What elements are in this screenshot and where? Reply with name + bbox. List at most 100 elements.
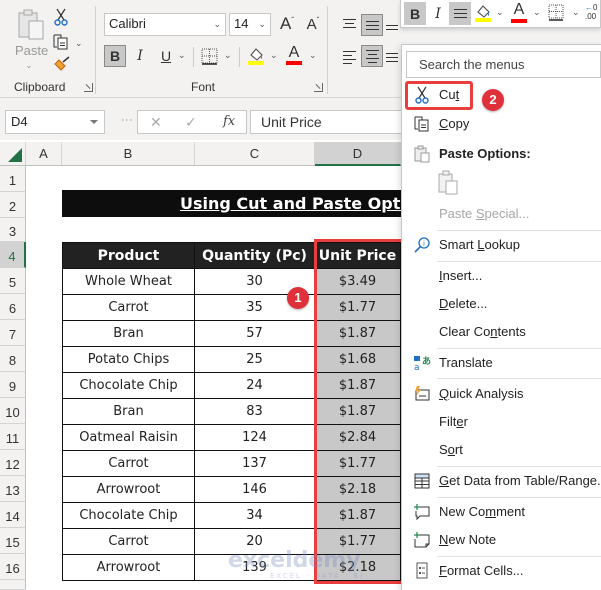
cell-unit-price[interactable]: $1.77 — [314, 450, 401, 477]
row-header-9[interactable]: 9 — [0, 372, 26, 398]
menu-item-new-comment[interactable]: New Comment — [402, 499, 601, 525]
mini-font-color-button[interactable]: A — [511, 1, 527, 23]
cut-icon[interactable] — [54, 8, 68, 26]
grow-font-button[interactable]: Aˆ — [276, 13, 298, 35]
align-left-button[interactable] — [338, 46, 360, 68]
header-unit-price[interactable]: Unit Price — [314, 242, 401, 269]
paste-dropdown-icon[interactable]: ⌄ — [25, 60, 33, 71]
underline-button[interactable]: U — [155, 45, 177, 67]
menu-item-delete[interactable]: Delete... — [402, 291, 601, 317]
menu-item-paste-special[interactable]: Paste Special... — [402, 201, 601, 227]
cell-unit-price[interactable]: $3.49 — [314, 268, 401, 295]
cell-quantity[interactable]: 146 — [194, 476, 315, 503]
mini-borders-dropdown-icon[interactable]: ⌄ — [572, 7, 580, 18]
cell-unit-price[interactable]: $1.77 — [314, 294, 401, 321]
font-color-button[interactable]: A — [285, 44, 303, 66]
menu-item-quick-analysis[interactable]: Quick Analysis — [402, 381, 601, 407]
borders-dropdown-icon[interactable]: ⌄ — [224, 50, 232, 61]
mini-fill-dropdown-icon[interactable]: ⌄ — [496, 7, 504, 18]
cell-quantity[interactable]: 137 — [194, 450, 315, 477]
cell-unit-price[interactable]: $1.87 — [314, 320, 401, 347]
cell-unit-price[interactable]: $2.18 — [314, 554, 401, 581]
bold-button[interactable]: B — [104, 45, 126, 67]
cell-unit-price[interactable]: $1.87 — [314, 502, 401, 529]
cell-unit-price[interactable]: $1.87 — [314, 398, 401, 425]
cell-unit-price[interactable]: $1.87 — [314, 372, 401, 399]
column-header-c[interactable]: C — [195, 142, 315, 166]
header-quantity[interactable]: Quantity (Pc) — [194, 242, 315, 269]
clipboard-dialog-launcher-icon[interactable] — [84, 83, 93, 92]
paste-option-button[interactable] — [437, 170, 463, 198]
borders-icon[interactable] — [201, 48, 218, 65]
cell-quantity[interactable]: 24 — [194, 372, 315, 399]
cell-product[interactable]: Carrot — [62, 294, 195, 321]
cell-product[interactable]: Carrot — [62, 450, 195, 477]
center-button[interactable] — [361, 45, 383, 67]
fill-color-icon[interactable] — [247, 46, 265, 66]
row-header-16[interactable]: 16 — [0, 554, 26, 580]
align-top-button[interactable] — [338, 12, 360, 34]
cell-quantity[interactable]: 139 — [194, 554, 315, 581]
formula-bar-grip-icon[interactable]: ⋮ — [120, 114, 134, 125]
cell-unit-price[interactable]: $2.18 — [314, 476, 401, 503]
enter-icon[interactable]: ✓ — [185, 114, 197, 131]
format-painter-icon[interactable] — [53, 56, 71, 72]
menu-item-insert[interactable]: Insert... — [402, 263, 601, 289]
underline-dropdown-icon[interactable]: ⌄ — [178, 50, 186, 61]
cell-unit-price[interactable]: $1.68 — [314, 346, 401, 373]
fill-color-dropdown-icon[interactable]: ⌄ — [270, 50, 278, 61]
header-product[interactable]: Product — [62, 242, 195, 269]
align-middle-button[interactable] — [361, 14, 383, 36]
formula-input[interactable]: Unit Price — [250, 110, 410, 134]
menu-item-filter[interactable]: Filter — [402, 409, 601, 435]
menu-item-new-note[interactable]: New Note — [402, 527, 601, 553]
font-color-dropdown-icon[interactable]: ⌄ — [309, 50, 317, 61]
mini-italic-button[interactable]: I — [427, 2, 449, 25]
row-header-5[interactable]: 5 — [0, 268, 26, 294]
align-right-button[interactable] — [385, 46, 399, 68]
cell-product[interactable]: Bran — [62, 398, 195, 425]
row-header-8[interactable]: 8 — [0, 346, 26, 372]
cell-product[interactable]: Arrowroot — [62, 554, 195, 581]
cell-quantity[interactable]: 83 — [194, 398, 315, 425]
italic-button[interactable]: I — [129, 45, 151, 67]
column-header-a[interactable]: A — [26, 142, 62, 166]
column-header-d[interactable]: D — [315, 142, 401, 166]
cell-product[interactable]: Arrowroot — [62, 476, 195, 503]
select-all-button[interactable] — [0, 142, 26, 166]
cell-quantity[interactable]: 20 — [194, 528, 315, 555]
copy-dropdown-icon[interactable]: ⌄ — [75, 38, 83, 49]
font-dialog-launcher-icon[interactable] — [314, 83, 323, 92]
row-header-3[interactable]: 3 — [0, 218, 26, 242]
name-box-dropdown-icon[interactable] — [90, 120, 98, 124]
row-header-10[interactable]: 10 — [0, 398, 26, 424]
context-menu-search[interactable]: Search the menus — [406, 51, 601, 78]
row-header-1[interactable]: 1 — [0, 166, 26, 192]
row-header-2[interactable]: 2 — [0, 192, 26, 218]
row-header-14[interactable]: 14 — [0, 502, 26, 528]
cell-product[interactable]: Whole Wheat — [62, 268, 195, 295]
menu-item-copy[interactable]: Copy — [402, 111, 601, 137]
mini-font-color-dropdown-icon[interactable]: ⌄ — [533, 7, 541, 18]
cell-product[interactable]: Potato Chips — [62, 346, 195, 373]
row-header-4[interactable]: 4 — [0, 242, 26, 268]
row-header-6[interactable]: 6 — [0, 294, 26, 320]
menu-item-sort[interactable]: Sort — [402, 437, 601, 463]
cell-quantity[interactable]: 34 — [194, 502, 315, 529]
cell-product[interactable]: Bran — [62, 320, 195, 347]
mini-borders-icon[interactable] — [548, 4, 564, 21]
cell-product[interactable]: Oatmeal Raisin — [62, 424, 195, 451]
mini-fill-color-icon[interactable] — [474, 3, 492, 23]
insert-function-icon[interactable]: fx — [223, 114, 235, 129]
row-header-7[interactable]: 7 — [0, 320, 26, 346]
font-name-select[interactable]: Calibri ⌄ — [104, 13, 226, 36]
mini-bold-button[interactable]: B — [404, 2, 426, 25]
menu-item-translate[interactable]: aあ Translate — [402, 350, 601, 376]
shrink-font-button[interactable]: Aˇ — [302, 13, 324, 35]
cell-product[interactable]: Chocolate Chip — [62, 502, 195, 529]
cell-quantity[interactable]: 25 — [194, 346, 315, 373]
column-header-b[interactable]: B — [62, 142, 195, 166]
sheet-title[interactable]: Using Cut and Paste Optio — [62, 190, 402, 217]
menu-item-get-data[interactable]: Get Data from Table/Range... — [402, 468, 601, 494]
cell-product[interactable]: Chocolate Chip — [62, 372, 195, 399]
